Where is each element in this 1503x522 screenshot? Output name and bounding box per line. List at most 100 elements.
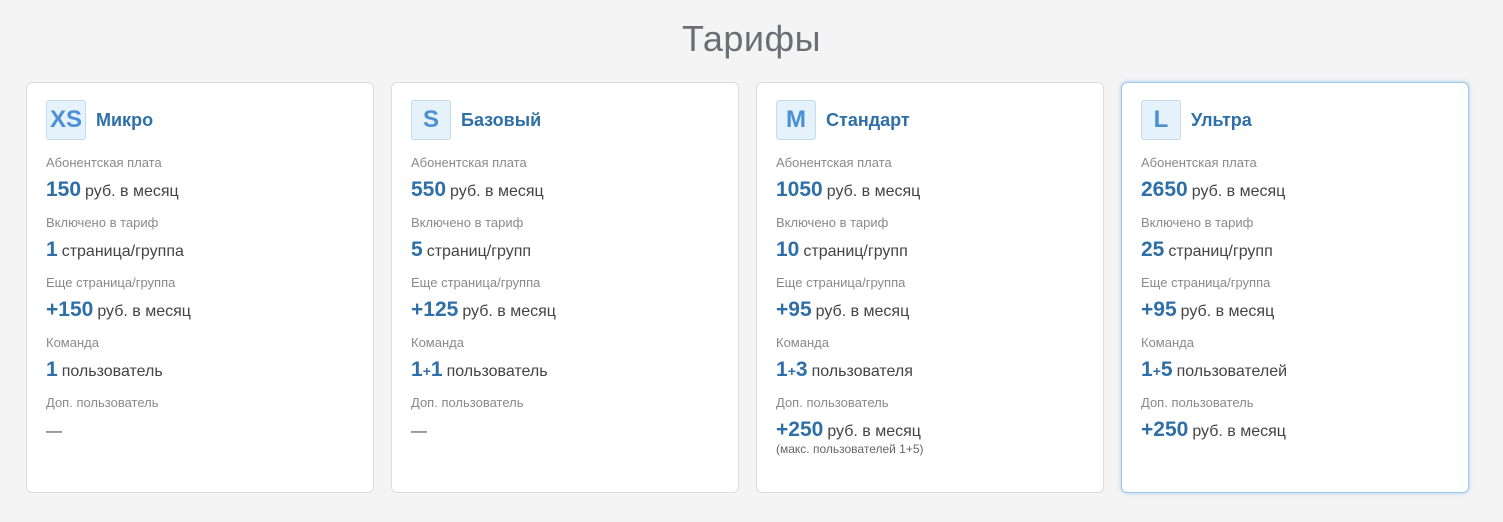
team-plus: + <box>422 363 431 379</box>
extra-page-row: Еще страница/группа +125 руб. в месяц <box>411 275 724 335</box>
fee-value: 150 <box>46 178 82 201</box>
extra-user-dash: — <box>46 423 62 440</box>
team-unit: пользователь <box>61 363 163 380</box>
plan-name: Базовый <box>461 109 542 130</box>
plan-name: Стандарт <box>826 109 910 130</box>
extra-user-row: Доп. пользователь — <box>46 395 359 455</box>
extra-user-label: Доп. пользователь <box>1141 395 1254 410</box>
team-extra: 1 <box>430 358 443 381</box>
fee-value: 1050 <box>776 178 823 201</box>
fee-label: Абонентская плата <box>46 155 162 170</box>
extra-page-label: Еще страница/группа <box>1141 275 1271 290</box>
team-label: Команда <box>46 335 99 350</box>
extra-page-value: +95 <box>776 298 812 321</box>
team-label: Команда <box>776 335 829 350</box>
team-row: Команда 1+1 пользователь <box>411 335 724 395</box>
plan-header: L Ультра <box>1141 99 1252 141</box>
extra-user-dash: — <box>411 423 427 440</box>
extra-page-row: Еще страница/группа +150 руб. в месяц <box>46 275 359 335</box>
extra-user-label: Доп. пользователь <box>776 395 889 410</box>
fee-value: 550 <box>411 178 447 201</box>
extra-user-row: Доп. пользователь +250 руб. в месяц <box>1141 395 1454 455</box>
team-label: Команда <box>1141 335 1194 350</box>
extra-page-label: Еще страница/группа <box>46 275 176 290</box>
included-label: Включено в тариф <box>46 215 159 230</box>
included-label: Включено в тариф <box>776 215 889 230</box>
extra-user-label: Доп. пользователь <box>46 395 159 410</box>
fee-label: Абонентская плата <box>776 155 892 170</box>
extra-page-value: +95 <box>1141 298 1177 321</box>
included-unit: страниц/групп <box>803 243 908 260</box>
team-row: Команда 1+3 пользователя <box>776 335 1089 395</box>
plan-size-badge: XS <box>46 100 86 140</box>
extra-page-label: Еще страница/группа <box>776 275 906 290</box>
plan-header: S Базовый <box>411 99 541 141</box>
extra-user-unit: руб. в месяц <box>827 423 921 440</box>
team-unit: пользователей <box>1176 363 1288 380</box>
plan-card-micro[interactable]: XS Микро Абонентская плата 150 руб. в мес… <box>26 82 374 493</box>
extra-user-unit: руб. в месяц <box>1192 423 1286 440</box>
included-row: Включено в тариф 10 страниц/групп <box>776 215 1089 275</box>
team-value: 1 <box>411 358 423 381</box>
extra-page-row: Еще страница/группа +95 руб. в месяц <box>776 275 1089 335</box>
plan-name: Ультра <box>1191 109 1252 130</box>
plan-header: M Стандарт <box>776 99 910 141</box>
fee-row: Абонентская плата 150 руб. в месяц <box>46 155 359 215</box>
team-value: 1 <box>1141 358 1153 381</box>
included-label: Включено в тариф <box>1141 215 1254 230</box>
plan-size-badge: M <box>776 100 816 140</box>
fee-row: Абонентская плата 1050 руб. в месяц <box>776 155 1089 215</box>
extra-user-label: Доп. пользователь <box>411 395 524 410</box>
fee-label: Абонентская плата <box>1141 155 1257 170</box>
extra-page-value: +150 <box>46 298 94 321</box>
team-extra: 3 <box>795 358 808 381</box>
plan-header: XS Микро <box>46 99 153 141</box>
plan-card-standard[interactable]: M Стандарт Абонентская плата 1050 руб. в … <box>756 82 1104 493</box>
extra-user-row: Доп. пользователь +250 руб. в месяц (макс… <box>776 395 1089 456</box>
plan-details: Абонентская плата 2650 руб. в месяц Включ… <box>1141 155 1454 455</box>
fee-label: Абонентская плата <box>411 155 527 170</box>
included-label: Включено в тариф <box>411 215 524 230</box>
plan-size-badge: L <box>1141 100 1181 140</box>
extra-user-row: Доп. пользователь — <box>411 395 724 455</box>
team-plus: + <box>787 363 796 379</box>
fee-row: Абонентская плата 2650 руб. в месяц <box>1141 155 1454 215</box>
included-value: 10 <box>776 238 800 261</box>
team-unit: пользователь <box>446 363 548 380</box>
included-value: 5 <box>411 238 423 261</box>
included-value: 1 <box>46 238 58 261</box>
plan-details: Абонентская плата 150 руб. в месяц Включе… <box>46 155 359 455</box>
team-unit: пользователя <box>811 363 913 380</box>
extra-user-value: +250 <box>1141 418 1189 441</box>
team-value: 1 <box>776 358 788 381</box>
extra-page-label: Еще страница/группа <box>411 275 541 290</box>
fee-unit: руб. в месяц <box>85 183 179 200</box>
extra-page-row: Еще страница/группа +95 руб. в месяц <box>1141 275 1454 335</box>
fee-unit: руб. в месяц <box>826 183 921 200</box>
included-row: Включено в тариф 5 страниц/групп <box>411 215 724 275</box>
extra-page-unit: руб. в месяц <box>462 303 556 320</box>
included-row: Включено в тариф 25 страниц/групп <box>1141 215 1454 275</box>
plan-size-badge: S <box>411 100 451 140</box>
extra-page-unit: руб. в месяц <box>815 303 910 320</box>
plan-card-ultra[interactable]: L Ультра Абонентская плата 2650 руб. в ме… <box>1121 82 1469 493</box>
plan-details: Абонентская плата 550 руб. в месяц Включе… <box>411 155 724 455</box>
fee-unit: руб. в месяц <box>450 183 544 200</box>
plan-card-basic[interactable]: S Базовый Абонентская плата 550 руб. в ме… <box>391 82 739 493</box>
fee-value: 2650 <box>1141 178 1188 201</box>
plan-name: Микро <box>96 109 154 130</box>
team-label: Команда <box>411 335 464 350</box>
extra-user-value: +250 <box>776 418 824 441</box>
page-title: Тарифы <box>681 18 822 59</box>
fee-unit: руб. в месяц <box>1191 183 1286 200</box>
included-value: 25 <box>1141 238 1165 261</box>
included-unit: страниц/групп <box>1168 243 1273 260</box>
extra-page-unit: руб. в месяц <box>97 303 191 320</box>
team-row: Команда 1+5 пользователей <box>1141 335 1454 395</box>
team-plus: + <box>1152 363 1161 379</box>
included-unit: страниц/групп <box>426 243 532 260</box>
included-row: Включено в тариф 1 страница/группа <box>46 215 359 275</box>
extra-page-value: +125 <box>411 298 459 321</box>
team-row: Команда 1 пользователь <box>46 335 359 395</box>
extra-page-unit: руб. в месяц <box>1180 303 1275 320</box>
